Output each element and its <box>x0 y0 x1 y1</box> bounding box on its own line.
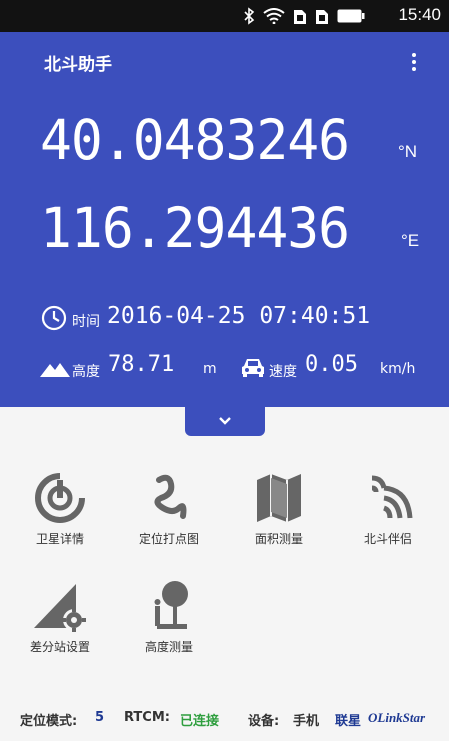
feature-track-map[interactable]: 定位打点图 <box>124 470 214 547</box>
device-label: 设备: <box>248 714 280 729</box>
feature-satellite-details[interactable]: 卫星详情 <box>15 470 105 547</box>
sim2-icon <box>316 10 328 24</box>
speed-value: 0.05 <box>305 352 358 377</box>
overflow-menu-button[interactable] <box>404 49 424 75</box>
positioning-mode-label: 定位模式: <box>20 714 78 729</box>
expand-toggle-button[interactable] <box>185 406 265 436</box>
car-icon <box>242 359 264 377</box>
feature-label: 卫星详情 <box>35 532 84 546</box>
speed-unit: km/h <box>380 361 416 377</box>
longitude-value: 116.294436 <box>40 196 350 261</box>
signal-arcs-icon <box>371 475 413 519</box>
feature-area-measure[interactable]: 面积测量 <box>234 470 324 547</box>
clock-icon <box>41 305 67 331</box>
time-label: 时间 <box>72 314 100 330</box>
bluetooth-icon <box>244 7 255 25</box>
status-icons <box>243 7 365 25</box>
menu-dot-icon <box>412 53 416 57</box>
map-fold-icon <box>257 474 301 522</box>
latitude-value: 40.0483246 <box>40 108 350 173</box>
menu-dot-icon <box>412 67 416 71</box>
feature-label: 定位打点图 <box>138 532 199 546</box>
feature-diff-station-settings[interactable]: 差分站设置 <box>15 578 105 655</box>
satellite-radar-icon <box>35 472 86 523</box>
feature-height-measure[interactable]: 高度测量 <box>124 578 214 655</box>
device-value: 手机 <box>293 714 320 729</box>
status-footer: 定位模式: 5 RTCM: 已连接 设备: 手机 联星 OLinkStar <box>0 700 449 741</box>
mountain-icon <box>40 363 70 377</box>
menu-dot-icon <box>412 60 416 64</box>
altitude-label: 高度 <box>72 364 100 380</box>
rtcm-status-value: 已连接 <box>180 714 220 729</box>
battery-icon <box>337 9 365 23</box>
altitude-value: 78.71 <box>108 352 175 377</box>
status-time: 15:40 <box>398 5 441 24</box>
height-measure-icon <box>154 581 188 629</box>
chevron-down-icon <box>219 417 231 425</box>
brand-logo-cn: 联星 <box>335 714 362 729</box>
feature-label: 面积测量 <box>254 532 303 546</box>
app-title: 北斗助手 <box>44 55 112 75</box>
sim1-icon <box>294 10 306 24</box>
status-bar: 15:40 <box>0 0 449 32</box>
positioning-mode-value: 5 <box>95 710 105 725</box>
feature-label: 差分站设置 <box>29 640 90 654</box>
feature-label: 北斗伴侣 <box>363 532 412 546</box>
station-gear-icon <box>34 584 86 632</box>
latitude-unit: °N <box>398 142 418 161</box>
altitude-unit: m <box>203 361 217 377</box>
rtcm-label: RTCM: <box>124 710 170 725</box>
feature-beidou-companion[interactable]: 北斗伴侣 <box>343 470 433 547</box>
track-path-icon <box>154 474 187 519</box>
longitude-unit: °E <box>401 231 420 250</box>
location-panel: 北斗助手 40.0483246 °N 116.294436 °E 时间 2016… <box>0 32 449 407</box>
feature-label: 高度测量 <box>144 640 193 654</box>
wifi-icon <box>263 8 285 24</box>
speed-label: 速度 <box>269 364 297 380</box>
brand-logo-en: OLinkStar <box>368 710 426 725</box>
time-value: 2016-04-25 07:40:51 <box>107 303 371 329</box>
